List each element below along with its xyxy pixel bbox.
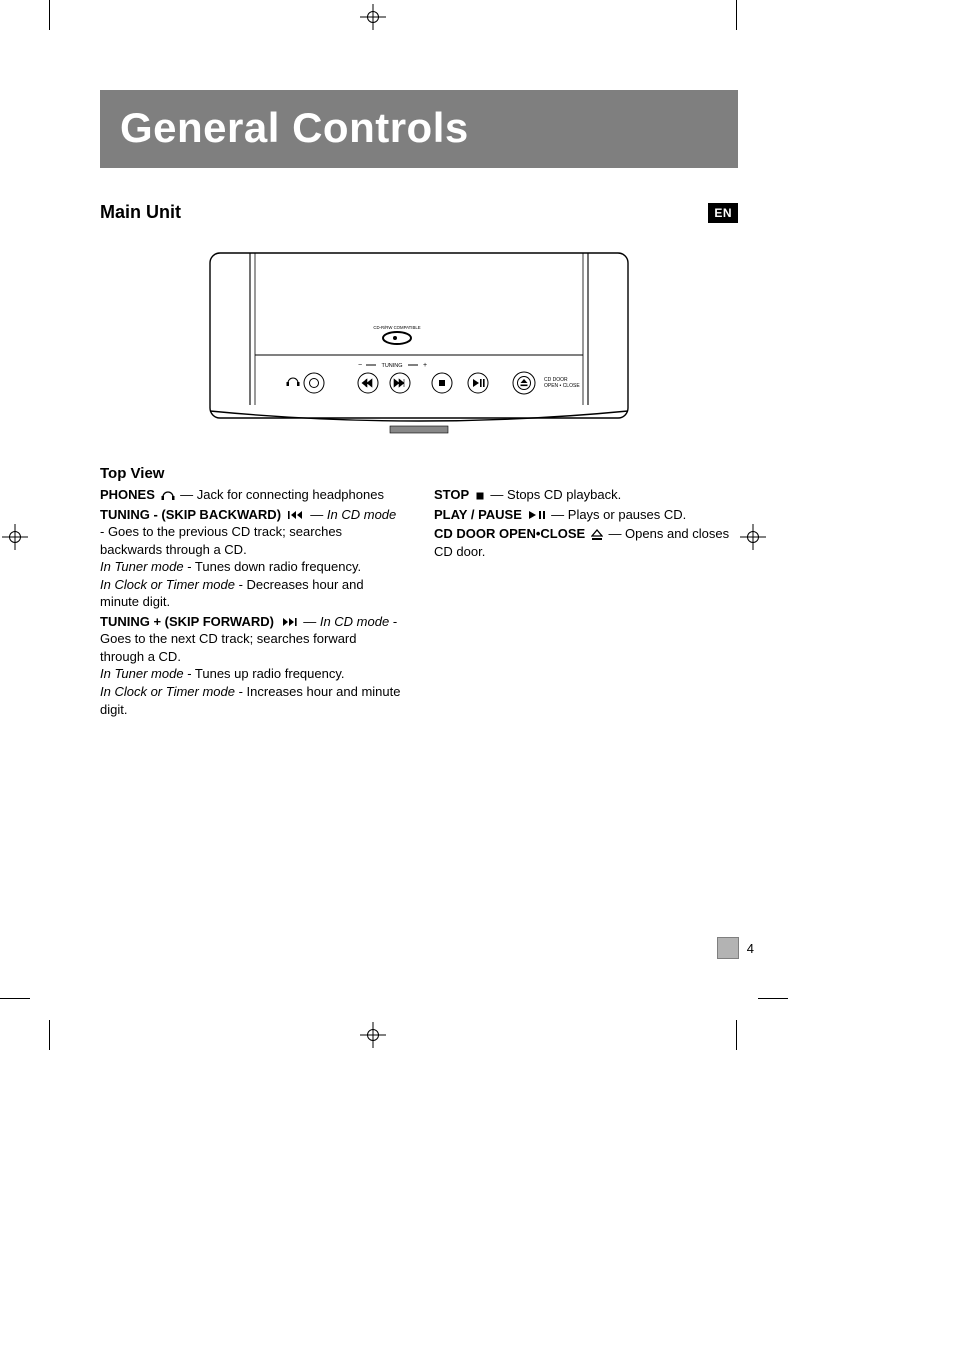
device-illustration: CD-R/RW COMPATIBLE TUNING − + bbox=[200, 245, 638, 445]
page-content: General Controls Main Unit EN CD-R/RW CO… bbox=[100, 90, 738, 720]
control-entry: PHONES — Jack for connecting headphones bbox=[100, 486, 404, 504]
control-entry: PLAY / PAUSE — Plays or pauses CD. bbox=[434, 506, 738, 524]
control-text: In Tuner mode - Tunes up radio frequency… bbox=[100, 666, 345, 681]
control-text: — Jack for connecting headphones bbox=[180, 487, 384, 502]
crop-mark bbox=[736, 1020, 737, 1050]
crop-mark bbox=[0, 998, 30, 999]
control-text: — Stops CD playback. bbox=[490, 487, 621, 502]
control-label: PLAY / PAUSE bbox=[434, 507, 522, 522]
section-header-row: Main Unit EN bbox=[100, 202, 738, 223]
control-text: — Plays or pauses CD. bbox=[551, 507, 686, 522]
language-badge: EN bbox=[708, 203, 738, 223]
eject-button bbox=[513, 372, 535, 394]
crop-mark bbox=[49, 0, 50, 30]
control-label: STOP bbox=[434, 487, 469, 502]
registration-mark bbox=[2, 524, 28, 550]
subheading: Top View bbox=[100, 465, 738, 482]
stop-icon bbox=[473, 487, 487, 502]
play-pause-icon bbox=[526, 507, 548, 522]
registration-mark bbox=[360, 1022, 386, 1048]
svg-text:−: − bbox=[358, 362, 362, 369]
page-title: General Controls bbox=[100, 90, 738, 168]
skip-back-button bbox=[358, 373, 378, 393]
cd-door-label-2: OPEN • CLOSE bbox=[544, 383, 580, 389]
page-footer: 4 bbox=[717, 937, 754, 959]
stop-button bbox=[432, 373, 452, 393]
control-entry: TUNING - (SKIP BACKWARD) — In CD mode - … bbox=[100, 506, 404, 611]
control-text: In Clock or Timer mode - Increases hour … bbox=[100, 684, 400, 717]
control-label: PHONES bbox=[100, 487, 155, 502]
control-label: TUNING + (SKIP FORWARD) bbox=[100, 614, 274, 629]
control-entry: STOP — Stops CD playback. bbox=[434, 486, 738, 504]
skip-fwd-icon bbox=[278, 614, 300, 629]
control-label: CD DOOR OPEN•CLOSE bbox=[434, 526, 585, 541]
control-entry: TUNING + (SKIP FORWARD) — In CD mode - G… bbox=[100, 613, 404, 718]
left-column: PHONES — Jack for connecting headphones T… bbox=[100, 486, 404, 720]
registration-mark bbox=[360, 4, 386, 30]
crop-mark bbox=[736, 0, 737, 30]
eject-icon bbox=[589, 526, 605, 541]
crop-mark bbox=[49, 1020, 50, 1050]
crop-mark bbox=[758, 998, 788, 999]
control-text: In Tuner mode - Tunes down radio frequen… bbox=[100, 559, 361, 574]
control-label: TUNING - (SKIP BACKWARD) bbox=[100, 507, 281, 522]
svg-text:CD-R/RW COMPATIBLE: CD-R/RW COMPATIBLE bbox=[373, 325, 420, 330]
svg-text:+: + bbox=[423, 362, 427, 369]
tuning-label: TUNING bbox=[381, 363, 402, 369]
cd-compatible-label: CD-R/RW COMPATIBLE bbox=[373, 325, 420, 344]
play-pause-button bbox=[468, 373, 488, 393]
headphones-icon bbox=[287, 378, 300, 386]
control-text: In Clock or Timer mode - Decreases hour … bbox=[100, 577, 364, 610]
page-number: 4 bbox=[747, 941, 754, 956]
description-columns: PHONES — Jack for connecting headphones T… bbox=[100, 486, 738, 720]
headphones-icon bbox=[159, 487, 177, 502]
registration-mark bbox=[740, 524, 766, 550]
phones-jack bbox=[304, 373, 324, 393]
right-column: STOP — Stops CD playback. PLAY / PAUSE — … bbox=[434, 486, 738, 720]
control-entry: CD DOOR OPEN•CLOSE — Opens and closes CD… bbox=[434, 525, 738, 560]
footer-square bbox=[717, 937, 739, 959]
skip-forward-button bbox=[390, 373, 410, 393]
section-title: Main Unit bbox=[100, 202, 708, 223]
skip-back-icon bbox=[285, 507, 307, 522]
